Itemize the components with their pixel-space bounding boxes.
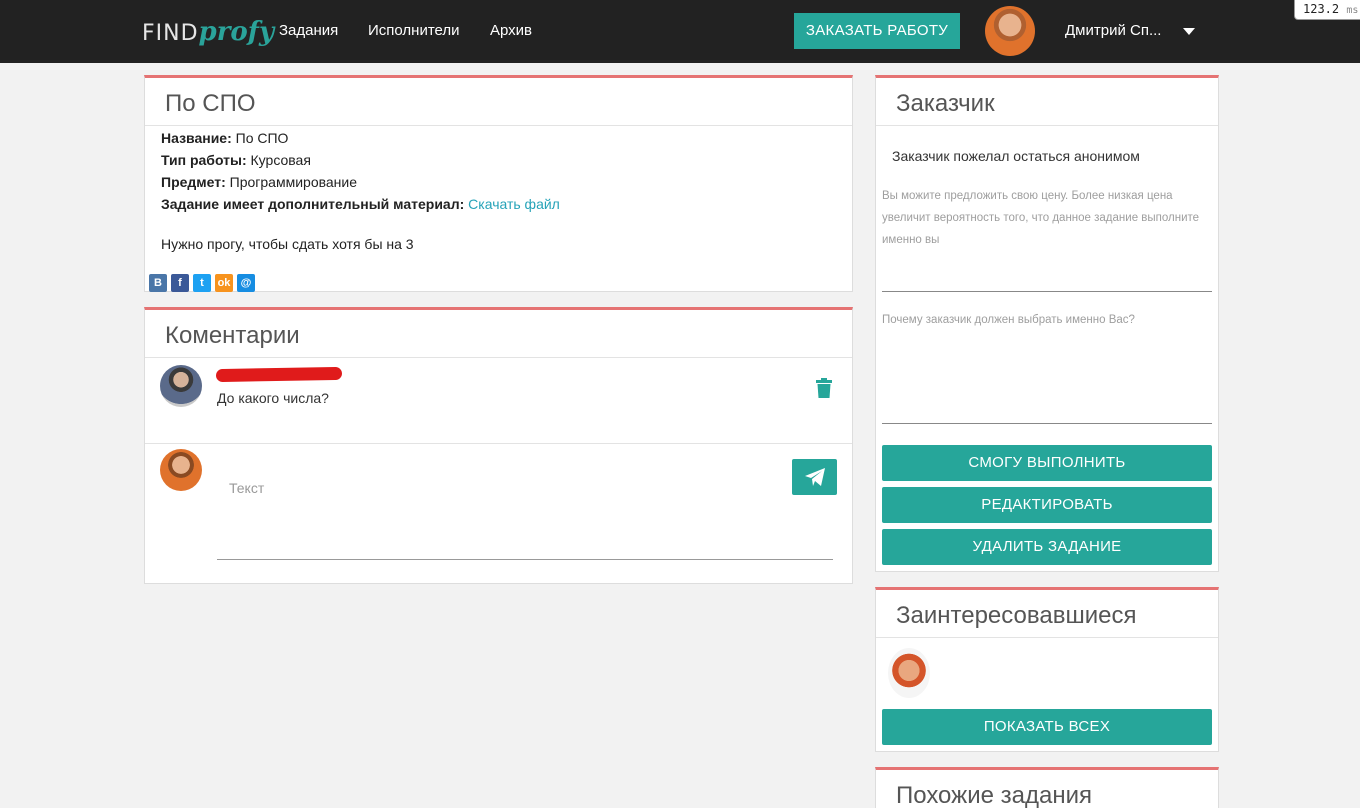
mailru-share-icon[interactable]: @ xyxy=(237,274,255,292)
similar-tasks-title: Похожие задания xyxy=(896,782,1092,808)
task-type-label: Тип работы: xyxy=(161,152,247,168)
order-work-button[interactable]: ЗАКАЗАТЬ РАБОТУ xyxy=(794,13,960,49)
download-file-link[interactable]: Скачать файл xyxy=(468,196,560,212)
task-name-value: По СПО xyxy=(235,130,289,146)
nav-performers[interactable]: Исполнители xyxy=(368,22,460,39)
why-choose-input[interactable] xyxy=(882,332,1212,424)
facebook-share-icon[interactable]: f xyxy=(171,274,189,292)
redacted-commenter-name xyxy=(215,366,343,383)
price-offer-input[interactable] xyxy=(882,260,1212,292)
paper-plane-icon xyxy=(804,468,825,486)
customer-title: Заказчик xyxy=(876,78,1218,126)
trash-icon[interactable] xyxy=(816,378,832,398)
task-name-label: Название: xyxy=(161,130,232,146)
commenter-avatar[interactable] xyxy=(160,365,202,407)
current-user-avatar xyxy=(160,449,202,491)
task-subject-field: Предмет: Программирование xyxy=(161,174,357,190)
edit-task-button[interactable]: РЕДАКТИРОВАТЬ xyxy=(882,487,1212,523)
delete-task-button[interactable]: УДАЛИТЬ ЗАДАНИЕ xyxy=(882,529,1212,565)
can-do-button[interactable]: СМОГУ ВЫПОЛНИТЬ xyxy=(882,445,1212,481)
nav-archive[interactable]: Архив xyxy=(490,22,532,39)
nav-tasks[interactable]: Задания xyxy=(279,22,338,39)
task-name-field: Название: По СПО xyxy=(161,130,288,146)
task-subject-value: Программирование xyxy=(229,174,358,190)
comment-text: До какого числа? xyxy=(217,390,329,406)
interested-title: Заинтересовавшиеся xyxy=(876,590,1218,638)
similar-tasks-card: Похожие задания xyxy=(875,767,1219,808)
chevron-down-icon[interactable] xyxy=(1183,28,1195,35)
comments-card: Коментарии До какого числа? xyxy=(144,307,853,584)
interested-card: Заинтересовавшиеся ПОКАЗАТЬ ВСЕХ xyxy=(875,587,1219,752)
top-navbar: FIND profy Задания Исполнители Архив ЗАК… xyxy=(0,0,1360,63)
task-material-field: Задание имеет дополнительный материал: С… xyxy=(161,196,560,212)
odnoklassniki-share-icon[interactable]: ok xyxy=(215,274,233,292)
interested-user-avatar[interactable] xyxy=(888,648,930,698)
task-material-label: Задание имеет дополнительный материал: xyxy=(161,196,465,212)
comments-title: Коментарии xyxy=(145,310,852,358)
render-timing-badge: 123.2 ms xyxy=(1294,0,1360,20)
customer-card: Заказчик Заказчик пожелал остаться анони… xyxy=(875,75,1219,572)
task-card: По СПО Название: По СПО Тип работы: Курс… xyxy=(144,75,853,292)
timing-value: 123.2 xyxy=(1303,2,1340,16)
site-logo[interactable]: FIND profy xyxy=(142,17,274,51)
task-subject-label: Предмет: xyxy=(161,174,226,190)
show-all-button[interactable]: ПОКАЗАТЬ ВСЕХ xyxy=(882,709,1212,745)
vk-share-icon[interactable]: В xyxy=(149,274,167,292)
task-type-field: Тип работы: Курсовая xyxy=(161,152,311,168)
user-avatar[interactable] xyxy=(985,6,1035,56)
customer-anonymous-text: Заказчик пожелал остаться анонимом xyxy=(892,148,1140,164)
logo-text-find: FIND xyxy=(142,21,199,46)
price-hint: Вы можите предложить свою цену. Более ни… xyxy=(882,190,1200,246)
user-name[interactable]: Дмитрий Сп... xyxy=(1065,22,1161,39)
why-choose-label: Почему заказчик должен выбрать именно Ва… xyxy=(882,314,1135,326)
timing-unit: ms xyxy=(1346,5,1359,16)
task-type-value: Курсовая xyxy=(250,152,311,168)
comment-divider xyxy=(145,443,852,444)
comment-text-input[interactable] xyxy=(217,470,833,560)
logo-text-profy: profy xyxy=(198,17,275,47)
send-comment-button[interactable] xyxy=(792,459,837,495)
task-title: По СПО xyxy=(145,78,852,126)
share-buttons: В f t ok @ xyxy=(149,274,255,292)
twitter-share-icon[interactable]: t xyxy=(193,274,211,292)
task-description: Нужно прогу, чтобы сдать хотя бы на 3 xyxy=(161,236,414,252)
